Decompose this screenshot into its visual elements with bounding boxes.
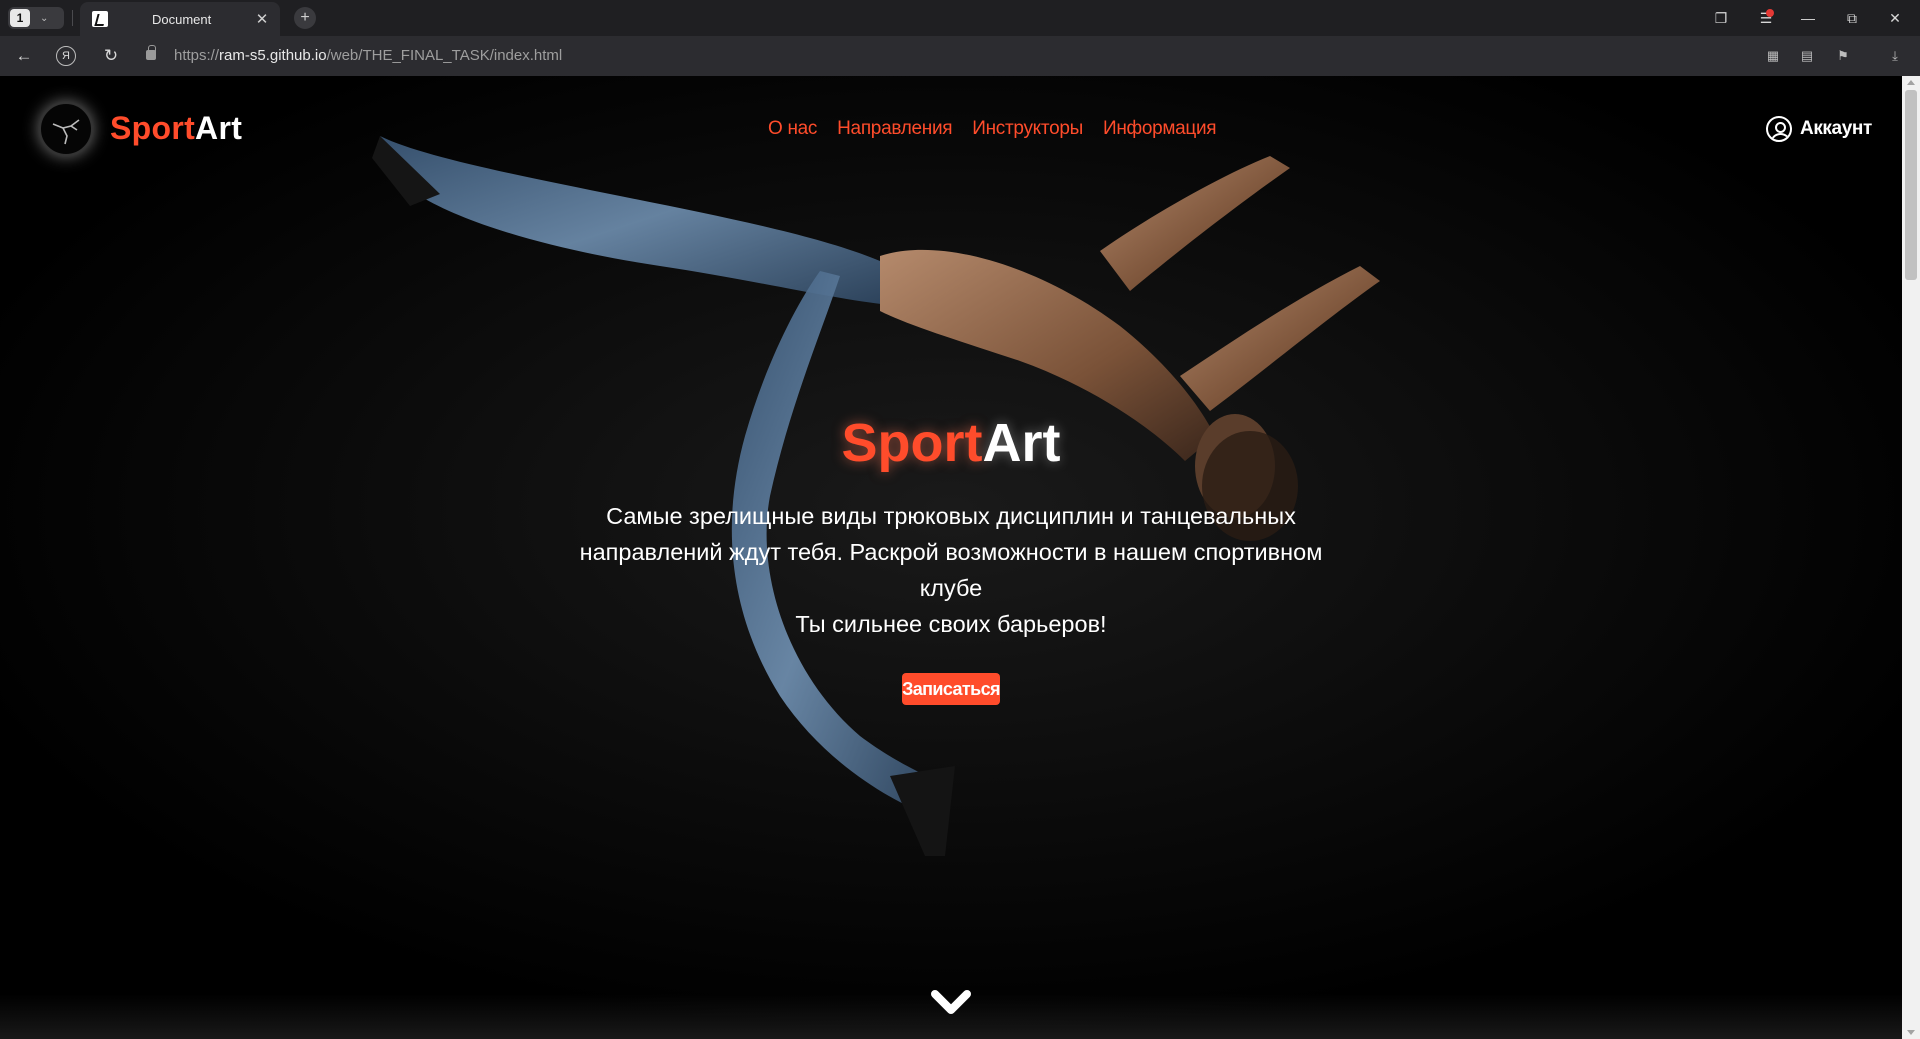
url-path: /web/THE_FINAL_TASK/index.html [326, 47, 563, 64]
hero-title-sport: Sport [841, 413, 983, 473]
account-link[interactable]: Аккаунт [1766, 116, 1872, 142]
bookmark-icon[interactable]: ⚑ [1832, 46, 1854, 66]
yandex-home-icon[interactable]: Я [56, 46, 76, 66]
restore-window-icon[interactable]: ⧉ [1838, 6, 1866, 30]
lock-icon [146, 45, 156, 60]
close-window-icon[interactable]: ✕ [1881, 6, 1909, 30]
hero-text-line1: Самые зрелищные виды трюковых дисциплин … [579, 503, 1323, 601]
reader-mode-icon[interactable]: ▤ [1796, 46, 1818, 66]
notification-dot-icon [1766, 9, 1774, 17]
tab-counter-button[interactable]: 1 ⌄ [8, 7, 64, 29]
web-page: SportArt О нас Направления Инструкторы И… [0, 76, 1902, 1039]
chevron-down-icon: ⌄ [40, 12, 49, 24]
main-nav: О нас Направления Инструкторы Информация [768, 118, 1217, 140]
scroll-down-arrow-icon[interactable] [1907, 1030, 1915, 1035]
nav-link-information[interactable]: Информация [1103, 118, 1217, 140]
back-arrow-icon[interactable]: ← [11, 44, 37, 68]
brand-logo-text[interactable]: SportArt [110, 110, 242, 147]
brand-part-art: Art [195, 110, 243, 146]
close-tab-icon[interactable]: ✕ [250, 7, 274, 31]
scroll-up-arrow-icon[interactable] [1907, 80, 1915, 85]
url-prefix: https:// [174, 47, 220, 64]
hero-title-art: Art [982, 413, 1061, 473]
hero-title: SportArt [0, 412, 1902, 474]
browser-addressbar: ← Я ↻ https://ram-s5.github.io/web/THE_F… [0, 36, 1920, 76]
download-icon[interactable]: ⤓ [1884, 46, 1906, 66]
account-label: Аккаунт [1800, 118, 1872, 139]
tab-divider [72, 10, 73, 26]
new-tab-button[interactable]: + [294, 7, 316, 29]
collections-icon[interactable]: ❐ [1707, 6, 1735, 30]
hero-description: Самые зрелищные виды трюковых дисциплин … [551, 498, 1351, 642]
dancer-logo-icon [52, 119, 80, 145]
minimize-icon[interactable]: — [1794, 6, 1822, 30]
tab-count: 1 [10, 9, 30, 27]
url-host: ram-s5.github.io [219, 47, 327, 64]
hero-text-line2: Ты сильнее своих барьеров! [795, 611, 1107, 637]
scroll-down-chevron-icon[interactable] [929, 988, 973, 1018]
extensions-icon[interactable]: ▦ [1762, 46, 1784, 66]
browser-tab-active[interactable]: Document ✕ [80, 2, 280, 36]
brand-part-sport: Sport [110, 110, 196, 146]
url-field[interactable]: https://ram-s5.github.io/web/THE_FINAL_T… [174, 47, 562, 64]
site-favicon-icon [92, 11, 108, 27]
reload-icon[interactable]: ↻ [98, 44, 124, 68]
user-icon [1766, 116, 1792, 142]
signup-button[interactable]: Записаться [902, 673, 1001, 705]
browser-tabbar: 1 ⌄ Document ✕ + ❐ ☰ — ⧉ ✕ [0, 0, 1920, 36]
page-scrollbar[interactable] [1902, 76, 1920, 1039]
nav-link-directions[interactable]: Направления [837, 118, 952, 140]
scrollbar-thumb[interactable] [1905, 90, 1917, 280]
nav-link-about[interactable]: О нас [768, 118, 817, 140]
logo-icon[interactable] [39, 102, 93, 156]
tab-title: Document [152, 11, 212, 27]
nav-link-instructors[interactable]: Инструкторы [972, 118, 1083, 140]
